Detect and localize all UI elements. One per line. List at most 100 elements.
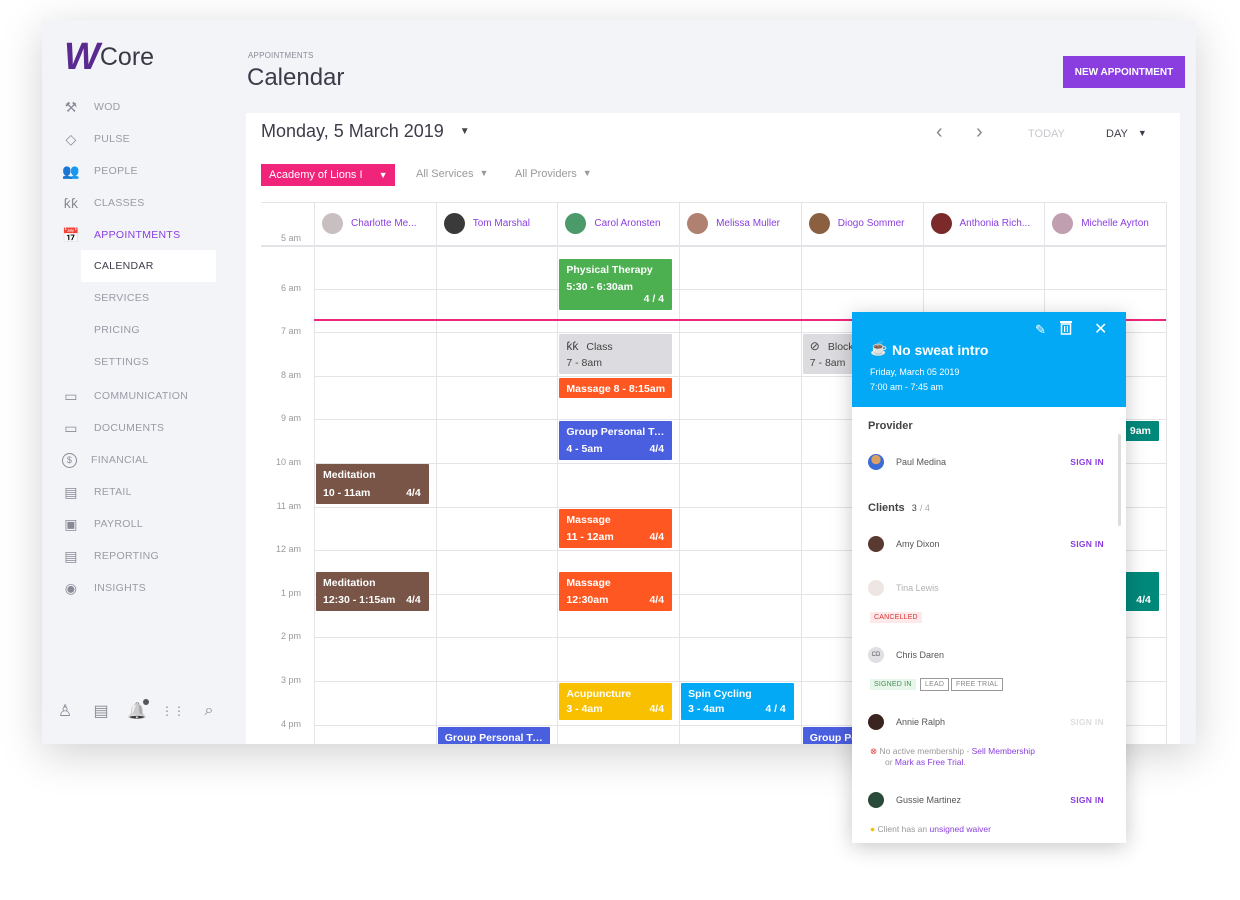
close-icon[interactable]: ✕ xyxy=(1094,319,1107,339)
sign-in-button[interactable]: SIGN IN xyxy=(1070,795,1104,805)
providers-filter[interactable]: All Providers ▼ xyxy=(515,168,592,180)
chevron-down-icon: ▼ xyxy=(479,168,489,178)
sidebar-item-label: PAYROLL xyxy=(94,518,143,530)
sidebar-item-label: PEOPLE xyxy=(94,165,138,177)
waiver-note: ● Client has an unsigned waiver xyxy=(870,824,991,834)
sidebar-item-pulse[interactable]: ◇ PULSE xyxy=(62,128,242,150)
popup-date: Friday, March 05 2019 xyxy=(870,367,960,377)
today-button[interactable]: TODAY xyxy=(1028,128,1065,140)
services-label: All Services xyxy=(416,168,474,180)
sidebar-bottom-icons: ♙ ▤ 🔔 ⋮⋮ ⌕ xyxy=(56,699,218,720)
scrollbar[interactable] xyxy=(1118,434,1121,526)
sidebar-item-label: APPOINTMENTS xyxy=(94,229,181,241)
client-row: Amy Dixon SIGN IN xyxy=(868,536,1104,552)
membership-note: ⊗ No active membership - Sell Membership… xyxy=(870,746,1035,767)
popup-title: No sweat intro xyxy=(892,342,989,358)
logo: W Core xyxy=(64,36,154,79)
clipboard-icon[interactable]: ▤ xyxy=(92,702,110,720)
location-filter[interactable]: Academy of Lions I ▼ xyxy=(261,164,396,186)
sidebar-item-label: FINANCIAL xyxy=(91,454,149,466)
sidebar-item-classes[interactable]: ƙƙ CLASSES xyxy=(62,192,242,214)
sidebar-subitem-pricing[interactable]: PRICING xyxy=(81,314,216,346)
provider-row: Paul Medina SIGN IN xyxy=(868,454,1104,470)
current-date: Monday, 5 March 2019 xyxy=(261,121,444,141)
avatar xyxy=(868,792,884,808)
client-name: Chris Daren xyxy=(896,650,945,660)
chat-icon: ▭ xyxy=(64,387,78,404)
note-text: Client has an xyxy=(877,824,930,834)
chevron-down-icon: ▼ xyxy=(1137,128,1147,138)
warning-icon: ● xyxy=(870,824,876,834)
avatar xyxy=(868,536,884,552)
calendar-icon: 📅 xyxy=(62,226,80,243)
note-text: . xyxy=(963,757,966,767)
sidebar-item-label: COMMUNICATION xyxy=(94,390,189,402)
free-trial-link[interactable]: Mark as Free Trial xyxy=(895,757,964,767)
clients-total: / 4 xyxy=(919,503,930,513)
sign-in-button[interactable]: SIGN IN xyxy=(1070,539,1104,549)
services-filter[interactable]: All Services ▼ xyxy=(416,168,488,180)
popup-time: 7:00 am - 7:45 am xyxy=(870,382,944,392)
location-label: Academy of Lions I xyxy=(269,169,363,181)
sidebar-item-label: PULSE xyxy=(94,133,130,145)
new-appointment-button[interactable]: NEW APPOINTMENT xyxy=(1063,56,1185,88)
payroll-icon: ▣ xyxy=(64,515,78,532)
edit-icon[interactable]: ✎ xyxy=(1035,322,1046,338)
signed-in-badge: SIGNED IN xyxy=(870,679,916,690)
appointment-popup: ✎ ✕ ☕ No sweat intro Friday, March 05 20… xyxy=(852,312,1126,843)
sidebar-item-people[interactable]: 👥 PEOPLE xyxy=(62,160,242,182)
user-icon[interactable]: ♙ xyxy=(56,702,74,720)
view-select[interactable]: DAY ▼ xyxy=(1106,128,1147,140)
notification-dot xyxy=(143,699,149,705)
clients-label: Clients xyxy=(868,502,905,514)
trash-icon[interactable] xyxy=(1060,320,1072,335)
sidebar-item-financial[interactable]: $ FINANCIAL xyxy=(62,449,242,471)
lead-badge: LEAD xyxy=(920,678,950,691)
free-trial-badge: FREE TRIAL xyxy=(951,678,1004,691)
sidebar-item-communication[interactable]: ▭ COMMUNICATION xyxy=(62,385,242,407)
sidebar-item-wod[interactable]: ⚒ WOD xyxy=(62,96,242,118)
prev-icon[interactable]: ‹ xyxy=(936,121,943,144)
sidebar-item-label: DOCUMENTS xyxy=(94,422,165,434)
bell-icon[interactable]: 🔔 xyxy=(127,699,149,720)
error-icon: ⊗ xyxy=(870,746,878,756)
people-icon: 👥 xyxy=(62,162,80,179)
next-icon[interactable]: › xyxy=(976,121,983,144)
view-label: DAY xyxy=(1106,128,1128,140)
client-row: CD Chris Daren xyxy=(868,647,1104,663)
providers-label: All Providers xyxy=(515,168,577,180)
sidebar-item-payroll[interactable]: ▣ PAYROLL xyxy=(62,513,242,535)
dollar-icon: $ xyxy=(62,452,77,468)
sidebar-item-label: CLASSES xyxy=(94,197,145,209)
search-icon[interactable]: ⌕ xyxy=(200,702,218,720)
client-row: Tina Lewis xyxy=(868,580,1104,596)
sidebar-subitem-calendar[interactable]: CALENDAR xyxy=(81,250,216,282)
note-text: or xyxy=(885,757,895,767)
client-name: Annie Ralph xyxy=(896,717,946,727)
pulse-icon: ◇ xyxy=(65,130,77,147)
barbell-icon: ⚒ xyxy=(64,98,78,115)
page-title: Calendar xyxy=(247,64,345,91)
unsigned-waiver-link[interactable]: unsigned waiver xyxy=(930,824,991,834)
sidebar-subitem-services[interactable]: SERVICES xyxy=(81,282,216,314)
folder-icon: ▭ xyxy=(64,419,78,436)
sign-in-button[interactable]: SIGN IN xyxy=(1070,457,1104,467)
breadcrumb: APPOINTMENTS xyxy=(248,51,314,60)
sidebar-item-label: REPORTING xyxy=(94,550,159,562)
sidebar-item-retail[interactable]: ▤ RETAIL xyxy=(62,481,242,503)
sidebar-item-appointments[interactable]: 📅 APPOINTMENTS xyxy=(62,224,242,246)
service-icon: ☕ xyxy=(870,340,888,356)
eye-icon: ◉ xyxy=(64,579,78,596)
cart-icon: ▤ xyxy=(64,483,78,500)
provider-heading: Provider xyxy=(868,420,913,432)
sell-membership-link[interactable]: Sell Membership xyxy=(972,746,1035,756)
sidebar-item-insights[interactable]: ◉ INSIGHTS xyxy=(62,577,242,599)
apps-grid-icon[interactable]: ⋮⋮ xyxy=(161,702,185,720)
clipboard-icon: ▤ xyxy=(64,547,78,564)
sidebar-subitem-settings[interactable]: SETTINGS xyxy=(81,346,216,378)
sidebar-item-reporting[interactable]: ▤ REPORTING xyxy=(62,545,242,567)
sidebar-item-documents[interactable]: ▭ DOCUMENTS xyxy=(62,417,242,439)
clients-heading: Clients 3 / 4 xyxy=(868,502,930,514)
logo-mark: W xyxy=(64,36,100,78)
date-picker[interactable]: Monday, 5 March 2019 ▼ xyxy=(261,121,470,142)
